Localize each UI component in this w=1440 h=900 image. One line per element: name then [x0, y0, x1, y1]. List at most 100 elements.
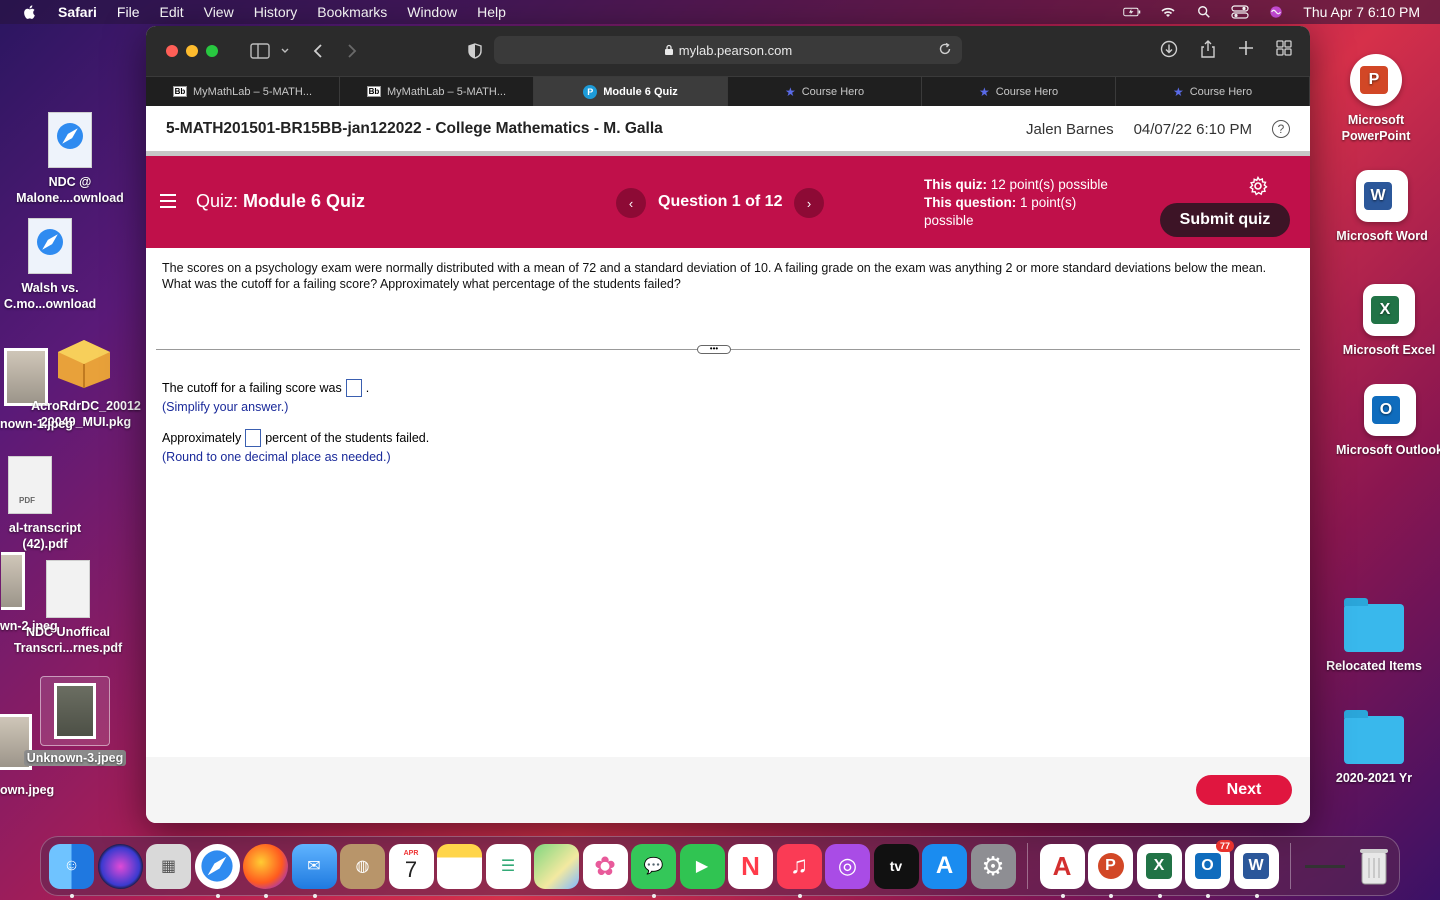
- spotlight-search-icon[interactable]: [1195, 5, 1213, 19]
- desktop-icon-unknown-3[interactable]: Unknown-3.jpeg: [20, 676, 130, 766]
- percent-answer-input[interactable]: [245, 429, 262, 447]
- control-center-icon[interactable]: [1231, 5, 1249, 19]
- dock-acrobat-icon[interactable]: A: [1039, 843, 1085, 898]
- dock-music-icon[interactable]: ♫: [776, 843, 822, 898]
- dock-mail-icon[interactable]: ✉: [291, 843, 337, 898]
- tab-label: MyMathLab – 5-MATH...: [193, 85, 312, 98]
- forward-arrow-icon[interactable]: [346, 43, 358, 59]
- desktop-icon-ndc-transcript[interactable]: NDC Unoffical Transcri...rnes.pdf: [8, 560, 128, 656]
- desktop-icon-transcript-pdf[interactable]: PDF al-transcript (42).pdf: [0, 456, 90, 552]
- dock-word-icon[interactable]: W: [1233, 843, 1279, 898]
- wifi-icon[interactable]: [1159, 5, 1177, 19]
- dock-photos-icon[interactable]: ✿: [582, 843, 628, 889]
- desktop-icon-label-unknown-1[interactable]: nown-1.jpeg: [0, 416, 80, 432]
- downloads-icon[interactable]: [1160, 40, 1178, 58]
- address-bar[interactable]: mylab.pearson.com: [494, 36, 962, 64]
- course-title: 5-MATH201501-BR15BB-jan122022 - College …: [166, 119, 663, 137]
- desktop-icon-label: Microsoft Excel: [1342, 343, 1436, 357]
- dock-siri-icon[interactable]: [97, 843, 143, 889]
- desktop-icon-acrobat-pkg[interactable]: AcroRdrDC_20012 20049_MUI.pkg: [30, 330, 142, 430]
- tab-course-hero-1[interactable]: ★ Course Hero: [728, 77, 922, 106]
- chevron-down-icon[interactable]: [280, 46, 290, 56]
- next-button[interactable]: Next: [1196, 775, 1292, 805]
- desktop-icon-ndc-malone[interactable]: NDC @ Malone....ownload: [10, 112, 130, 206]
- dock-contacts-icon[interactable]: ◍: [340, 843, 385, 889]
- cutoff-answer-input[interactable]: [345, 379, 362, 397]
- dock-calendar-icon[interactable]: APR 7: [388, 843, 434, 889]
- previous-question-button[interactable]: ‹: [616, 188, 646, 218]
- apple-icon[interactable]: [20, 4, 40, 20]
- hamburger-menu-icon[interactable]: [160, 194, 176, 212]
- selected-icon-frame: [40, 676, 110, 746]
- desktop-icon-label-own-jpeg[interactable]: own.jpeg: [0, 782, 80, 798]
- desktop-icon-walsh[interactable]: Walsh vs. C.mo...ownload: [0, 218, 100, 312]
- close-window-button[interactable]: [166, 45, 178, 57]
- dock-podcasts-icon[interactable]: ◎: [825, 843, 870, 889]
- menubar-clock[interactable]: Thu Apr 7 6:10 PM: [1303, 4, 1420, 20]
- desktop-icon-label: nown-1.jpeg: [0, 417, 73, 431]
- next-question-button[interactable]: ›: [794, 188, 824, 218]
- folder-icon: [1344, 710, 1404, 764]
- tab-mymathlab-1[interactable]: Bb MyMathLab – 5-MATH...: [146, 77, 340, 106]
- dock-maps-icon[interactable]: [534, 843, 579, 889]
- dock-app-store-icon[interactable]: A: [922, 843, 967, 889]
- dock-tv-icon[interactable]: tv: [873, 843, 919, 889]
- menu-app-safari[interactable]: Safari: [58, 4, 97, 20]
- dock-excel-icon[interactable]: X: [1136, 843, 1182, 898]
- browser-toolbar: mylab.pearson.com: [146, 26, 1310, 76]
- menu-help[interactable]: Help: [477, 4, 506, 20]
- menu-window[interactable]: Window: [407, 4, 457, 20]
- course-hero-favicon-icon: ★: [978, 84, 990, 99]
- tab-overview-icon[interactable]: [1276, 40, 1292, 56]
- cutoff-prompt: The cutoff for a failing score was: [162, 381, 342, 395]
- quiz-title: Quiz: Module 6 Quiz: [196, 191, 365, 212]
- tab-course-hero-3[interactable]: ★ Course Hero: [1116, 77, 1310, 106]
- dock-firefox-icon[interactable]: [243, 843, 288, 898]
- this-quiz-label: This quiz:: [924, 177, 987, 192]
- menu-bookmarks[interactable]: Bookmarks: [317, 4, 387, 20]
- back-arrow-icon[interactable]: [312, 43, 324, 59]
- menu-history[interactable]: History: [254, 4, 298, 20]
- sidebar-toggle-icon[interactable]: [250, 43, 272, 59]
- share-icon[interactable]: [1200, 40, 1216, 58]
- tab-course-hero-2[interactable]: ★ Course Hero: [922, 77, 1116, 106]
- dock-trash-icon[interactable]: [1351, 844, 1396, 889]
- student-name: Jalen Barnes: [1026, 120, 1114, 138]
- tab-module-6-quiz[interactable]: P Module 6 Quiz: [534, 77, 728, 106]
- dock-minimized-window-icon[interactable]: [1303, 844, 1348, 889]
- desktop-icon-word[interactable]: W Microsoft Word: [1332, 170, 1432, 244]
- desktop-icon-2020-2021[interactable]: 2020-2021 Yr: [1324, 710, 1424, 786]
- dock-reminders-icon[interactable]: ☰: [485, 843, 531, 889]
- battery-icon[interactable]: [1123, 5, 1141, 19]
- desktop-icon-outlook[interactable]: O Microsoft Outlook: [1336, 384, 1440, 458]
- dock-outlook-icon[interactable]: O 77: [1185, 839, 1234, 898]
- menu-view[interactable]: View: [204, 4, 234, 20]
- dock-notes-icon[interactable]: [437, 843, 482, 889]
- zoom-window-button[interactable]: [206, 45, 218, 57]
- new-tab-plus-icon[interactable]: [1238, 40, 1254, 56]
- divider-handle[interactable]: •••: [697, 345, 731, 354]
- dock-system-preferences-icon[interactable]: ⚙: [970, 843, 1016, 889]
- privacy-shield-icon[interactable]: [468, 43, 482, 59]
- settings-gear-icon[interactable]: [1248, 176, 1268, 196]
- word-tile: W: [1364, 182, 1392, 210]
- dock-safari-icon[interactable]: [194, 843, 240, 898]
- dock-news-icon[interactable]: N: [728, 843, 773, 889]
- minimize-window-button[interactable]: [186, 45, 198, 57]
- desktop-icon-powerpoint[interactable]: P Microsoft PowerPoint: [1326, 54, 1426, 144]
- desktop-icon-excel[interactable]: X Microsoft Excel: [1338, 284, 1440, 358]
- dock-launchpad-icon[interactable]: ▦: [146, 843, 191, 889]
- tab-mymathlab-2[interactable]: Bb MyMathLab – 5-MATH...: [340, 77, 534, 106]
- submit-quiz-button[interactable]: Submit quiz: [1160, 203, 1290, 237]
- question-counter[interactable]: Question 1 of 12: [658, 193, 782, 211]
- menu-file[interactable]: File: [117, 4, 140, 20]
- help-icon[interactable]: ?: [1272, 120, 1290, 138]
- reload-icon[interactable]: [938, 42, 952, 56]
- dock-messages-icon[interactable]: 💬: [631, 843, 676, 898]
- dock-finder-icon[interactable]: ☺: [49, 843, 94, 898]
- menu-edit[interactable]: Edit: [159, 4, 183, 20]
- dock-powerpoint-icon[interactable]: P: [1088, 843, 1133, 898]
- dock-facetime-icon[interactable]: ▶: [679, 843, 725, 889]
- siri-icon[interactable]: [1267, 5, 1285, 19]
- desktop-icon-relocated-items[interactable]: Relocated Items: [1324, 598, 1424, 674]
